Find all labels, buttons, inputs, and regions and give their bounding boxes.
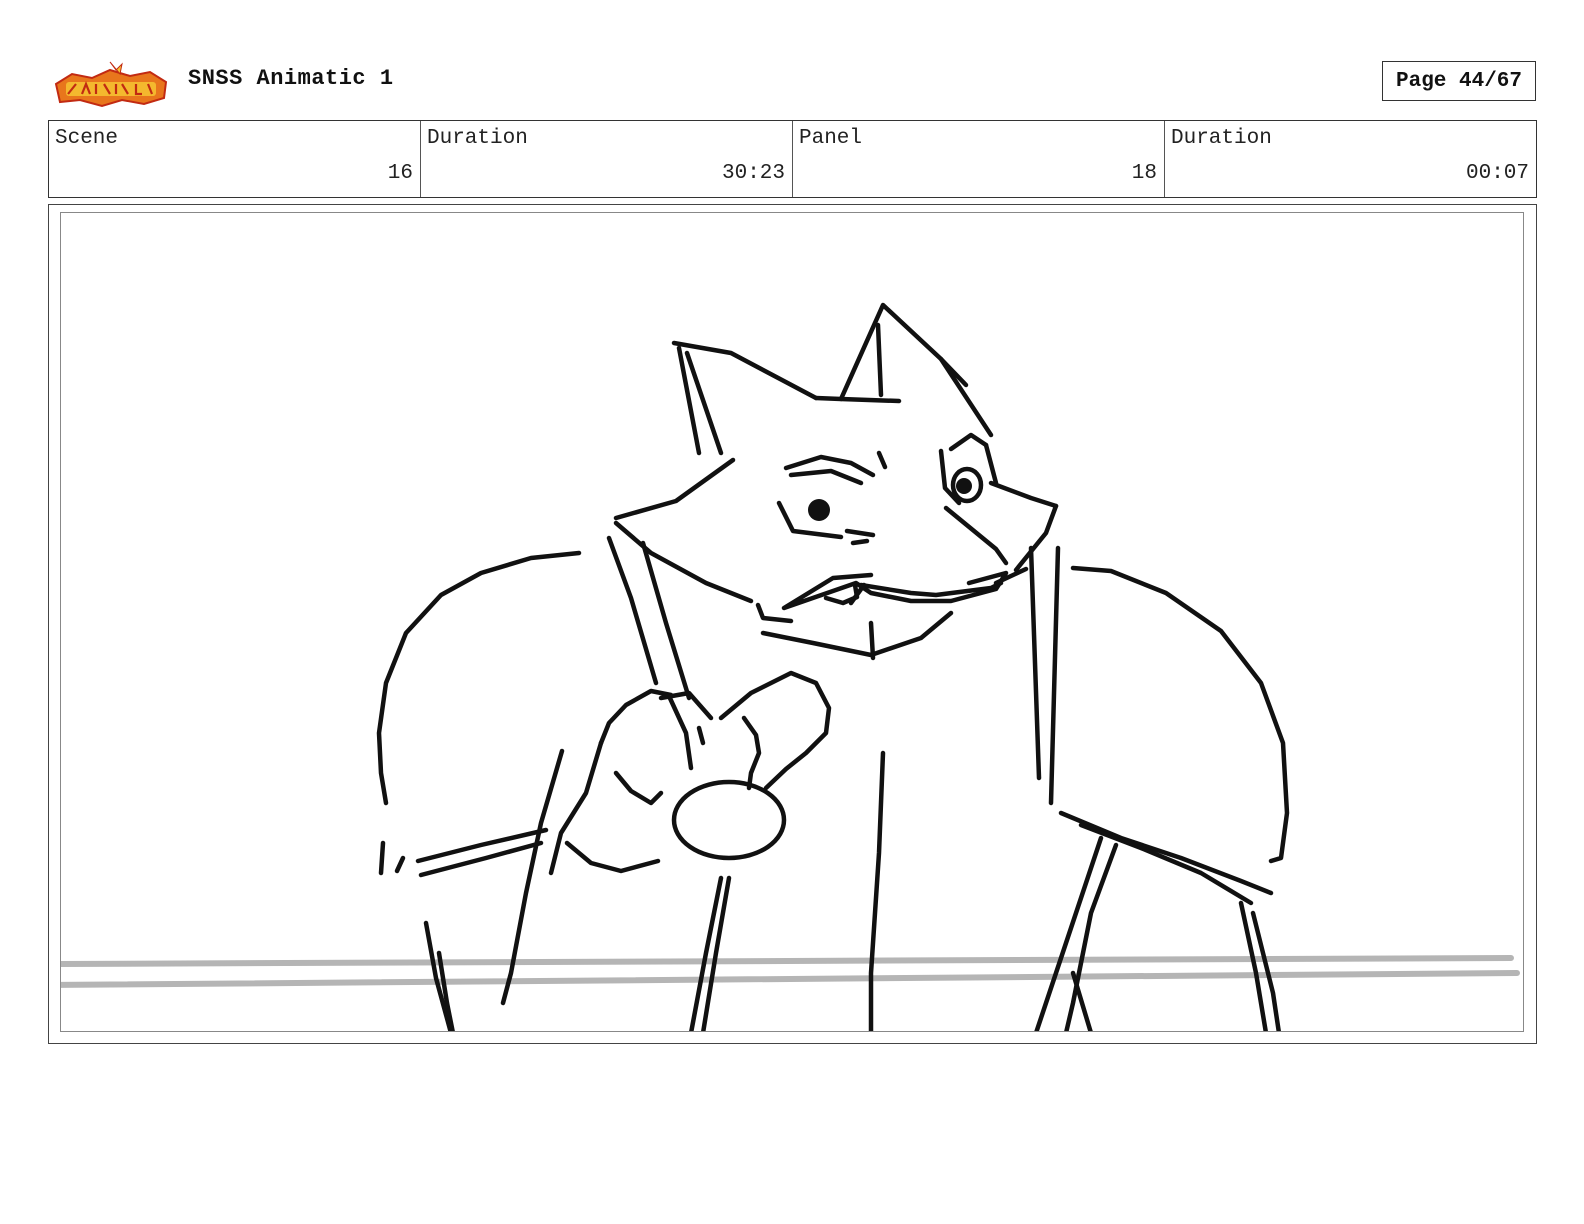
scene-cell: Scene 16 [49, 121, 421, 197]
panel-label: Panel [799, 127, 863, 150]
ground-lines [61, 955, 1520, 988]
page-indicator: Page 44/67 [1382, 61, 1536, 101]
scene-value: 16 [387, 162, 413, 185]
panel-value: 18 [1131, 162, 1157, 185]
character-sketch [61, 302, 1520, 1031]
panel-drawing-area [60, 212, 1524, 1032]
show-logo [52, 58, 170, 108]
storyboard-panel [48, 204, 1537, 1044]
panel-duration-label: Duration [1171, 127, 1272, 150]
document-title: SNSS Animatic 1 [188, 66, 394, 91]
scene-duration-cell: Duration 30:23 [421, 121, 793, 197]
panel-duration-cell: Duration 00:07 [1165, 121, 1536, 197]
scene-duration-label: Duration [427, 127, 528, 150]
scene-label: Scene [55, 127, 119, 150]
panel-cell: Panel 18 [793, 121, 1165, 197]
panel-duration-value: 00:07 [1465, 162, 1529, 185]
scene-info-table: Scene 16 Duration 30:23 Panel 18 Duratio… [48, 120, 1537, 198]
scene-duration-value: 30:23 [721, 162, 785, 185]
